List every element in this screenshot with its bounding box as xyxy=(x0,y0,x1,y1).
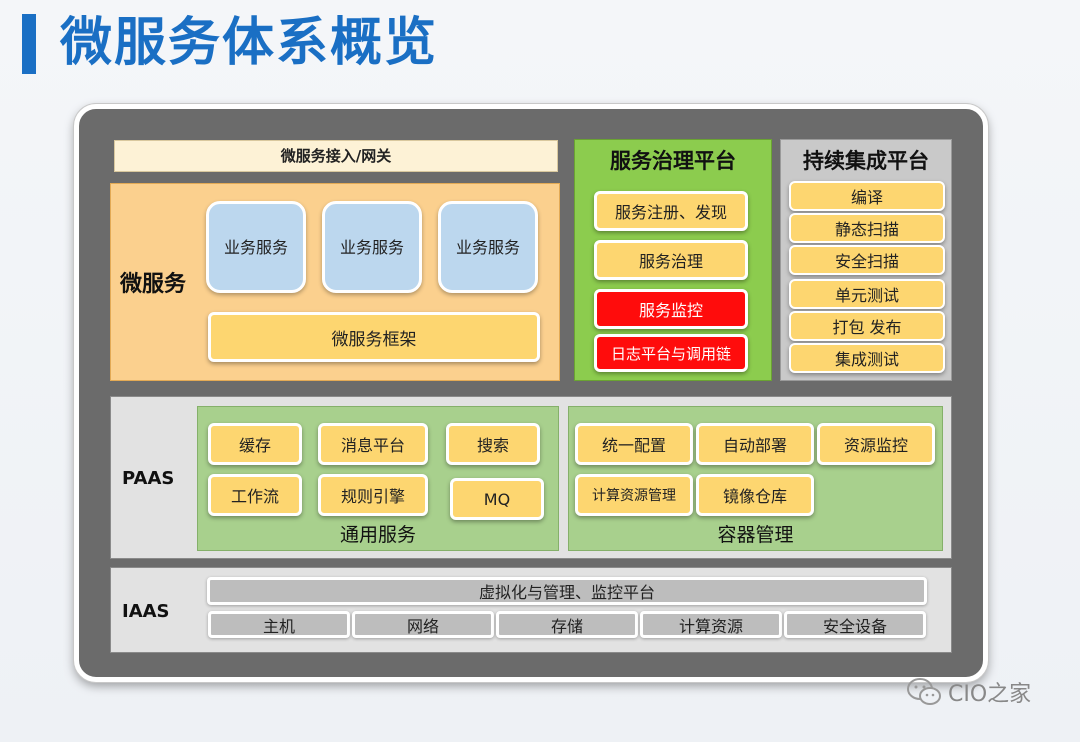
container-item: 镜像仓库 xyxy=(696,474,814,516)
container-item: 统一配置 xyxy=(575,423,693,465)
business-service-box: 业务服务 xyxy=(438,201,538,293)
container-item: 计算资源管理 xyxy=(575,474,693,516)
business-service-label: 业务服务 xyxy=(223,237,288,257)
general-service-item: 消息平台 xyxy=(318,423,428,465)
ci-item: 打包 发布 xyxy=(789,311,945,341)
governance-title: 服务治理平台 xyxy=(610,149,736,173)
microservice-framework-box: 微服务框架 xyxy=(208,312,540,362)
ci-item: 集成测试 xyxy=(789,343,945,373)
container-item: 资源监控 xyxy=(817,423,935,465)
ci-item: 静态扫描 xyxy=(789,213,945,243)
governance-item-alert: 服务监控 xyxy=(594,289,748,329)
title-accent-bar xyxy=(22,14,36,74)
virtualization-platform-bar: 虚拟化与管理、监控平台 xyxy=(207,577,927,605)
iaas-item: 网络 xyxy=(352,611,494,638)
general-service-item: 工作流 xyxy=(208,474,302,516)
business-service-box: 业务服务 xyxy=(322,201,422,293)
watermark-text: CIO之家 xyxy=(948,682,1032,707)
iaas-item: 存储 xyxy=(496,611,638,638)
general-service-item: 缓存 xyxy=(208,423,302,465)
general-service-item: 搜索 xyxy=(446,423,540,465)
iaas-item: 安全设备 xyxy=(784,611,926,638)
governance-item: 服务注册、发现 xyxy=(594,191,748,231)
general-service-item: MQ xyxy=(450,478,544,520)
ci-item: 单元测试 xyxy=(789,279,945,309)
governance-item: 服务治理 xyxy=(594,240,748,280)
ci-title: 持续集成平台 xyxy=(803,149,929,173)
wechat-icon xyxy=(907,678,941,705)
ci-item: 安全扫描 xyxy=(789,245,945,275)
watermark: CIO之家 xyxy=(906,676,1031,708)
container-item: 自动部署 xyxy=(696,423,814,465)
iaas-label: IAAS xyxy=(122,601,170,622)
paas-label: PAAS xyxy=(122,468,175,489)
iaas-item: 主机 xyxy=(208,611,350,638)
business-service-box: 业务服务 xyxy=(206,201,306,293)
business-service-label: 业务服务 xyxy=(339,237,404,257)
page-title: 微服务体系概览 xyxy=(60,13,439,73)
governance-item-alert: 日志平台与调用链 xyxy=(594,334,748,372)
container-management-label: 容器管理 xyxy=(717,524,794,546)
general-services-label: 通用服务 xyxy=(339,524,416,546)
microservice-label: 微服务 xyxy=(120,272,187,297)
gateway-bar: 微服务接入/网关 xyxy=(114,140,558,172)
general-service-item: 规则引擎 xyxy=(318,474,428,516)
business-service-label: 业务服务 xyxy=(455,237,520,257)
ci-item: 编译 xyxy=(789,181,945,211)
iaas-item: 计算资源 xyxy=(640,611,782,638)
